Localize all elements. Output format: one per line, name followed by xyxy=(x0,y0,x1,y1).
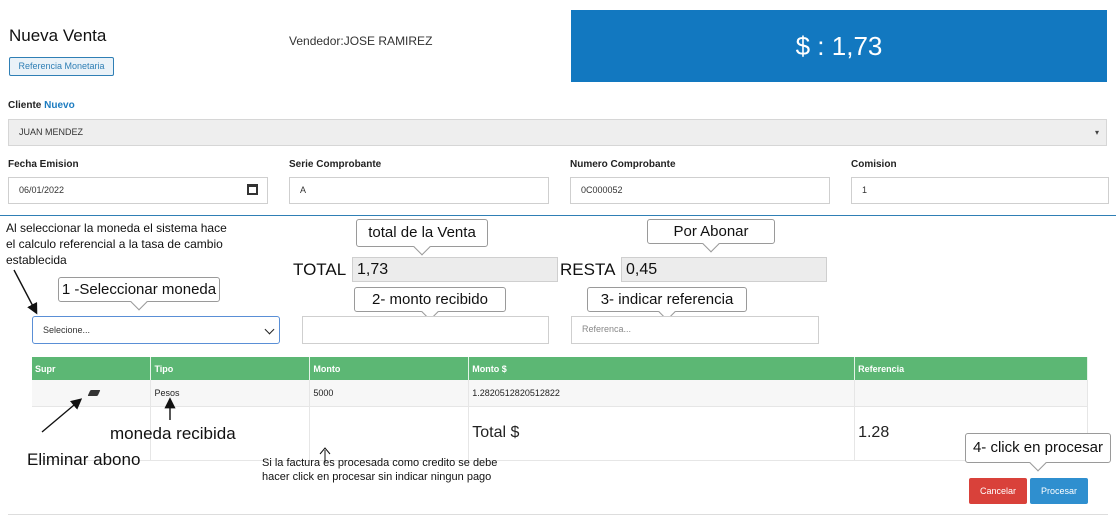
payments-table: Supr Tipo Monto Monto $ Referencia Pesos… xyxy=(32,357,1088,461)
annotation-eliminar-abono: Eliminar abono xyxy=(27,450,141,469)
referencia-cell xyxy=(854,380,1088,407)
reference-input[interactable]: Referenca... xyxy=(571,316,819,344)
bottom-divider xyxy=(8,514,1108,515)
fecha-input[interactable]: 06/01/2022 xyxy=(8,177,268,204)
col-tipo: Tipo xyxy=(150,357,311,380)
numero-label: Numero Comprobante xyxy=(570,159,676,170)
sum-empty-3 xyxy=(309,406,470,461)
eraser-icon[interactable] xyxy=(87,389,101,396)
amount-input[interactable] xyxy=(302,316,549,344)
fecha-value: 06/01/2022 xyxy=(19,185,65,195)
table-header-row: Supr Tipo Monto Monto $ Referencia xyxy=(32,357,1088,380)
comision-value: 1 xyxy=(862,185,868,195)
caret-down-icon: ▾ xyxy=(1094,128,1099,137)
serie-label: Serie Comprobante xyxy=(289,159,382,170)
callout-por-abonar: Por Abonar xyxy=(647,219,775,253)
monto-cell: 5000 xyxy=(309,380,470,407)
currency-note: Al seleccionar la moneda el sistema hace… xyxy=(6,221,227,267)
process-button[interactable]: Procesar xyxy=(1030,478,1088,504)
client-label: Cliente xyxy=(8,100,42,111)
serie-input[interactable]: A xyxy=(289,177,549,204)
callout-total-venta: total de la Venta xyxy=(356,219,488,256)
resta-label: RESTA xyxy=(560,260,616,279)
resta-value-field: 0,45 xyxy=(621,257,827,282)
comision-input[interactable]: 1 xyxy=(851,177,1109,204)
callout-step3: 3- indicar referencia xyxy=(587,287,747,321)
callout-tail xyxy=(1029,454,1047,472)
total-label: TOTAL xyxy=(293,260,347,279)
numero-input[interactable]: 0C000052 xyxy=(570,177,830,204)
callout-step1: 1 -Seleccionar moneda xyxy=(58,277,220,311)
currency-select-value: Selecione... xyxy=(43,325,91,335)
seller-info: Vendedor:JOSE RAMIREZ xyxy=(289,34,432,48)
total-usd-label: Total $ xyxy=(468,406,856,461)
credit-note: Si la factura es procesada como credito … xyxy=(262,457,498,483)
col-monto: Monto xyxy=(309,357,470,380)
cancel-button[interactable]: Cancelar xyxy=(969,478,1027,504)
page-title: Nueva Venta xyxy=(9,26,107,45)
col-supr: Supr xyxy=(32,357,152,380)
callout-step4-text: 4- click en procesar xyxy=(972,439,1104,456)
comision-label: Comision xyxy=(851,159,897,170)
client-label-row: Cliente Nuevo xyxy=(8,100,75,111)
fecha-label: Fecha Emision xyxy=(8,159,79,170)
new-client-link[interactable]: Nuevo xyxy=(44,100,75,111)
callout-tail xyxy=(413,238,431,256)
section-divider xyxy=(0,215,1116,216)
total-value-field: 1,73 xyxy=(352,257,558,282)
seller-name: JOSE RAMIREZ xyxy=(343,34,433,48)
col-monto-usd: Monto $ xyxy=(468,357,856,380)
calendar-icon[interactable] xyxy=(247,184,258,195)
monto-usd-cell: 1.2820512820512822 xyxy=(468,380,856,407)
sale-total-display: $ : 1,73 xyxy=(571,10,1107,82)
client-select[interactable]: JUAN MENDEZ ▾ xyxy=(8,119,1107,146)
arrow-to-currency-select xyxy=(13,269,38,315)
col-referencia: Referencia xyxy=(854,357,1088,380)
delete-cell xyxy=(32,380,152,407)
seller-label: Vendedor: xyxy=(289,34,344,48)
tipo-cell: Pesos xyxy=(150,380,311,407)
monetary-reference-button[interactable]: Referencia Monetaria xyxy=(9,57,114,76)
currency-select[interactable]: Selecione... xyxy=(32,316,280,344)
table-row: Pesos 5000 1.2820512820512822 xyxy=(32,380,1088,407)
numero-value: 0C000052 xyxy=(581,185,623,195)
callout-step2: 2- monto recibido xyxy=(354,287,506,321)
chevron-down-icon xyxy=(264,324,275,335)
annotation-moneda-recibida: moneda recibida xyxy=(110,424,236,443)
client-value: JUAN MENDEZ xyxy=(19,127,84,137)
callout-step4: 4- click en procesar xyxy=(965,433,1111,472)
serie-value: A xyxy=(300,185,307,195)
